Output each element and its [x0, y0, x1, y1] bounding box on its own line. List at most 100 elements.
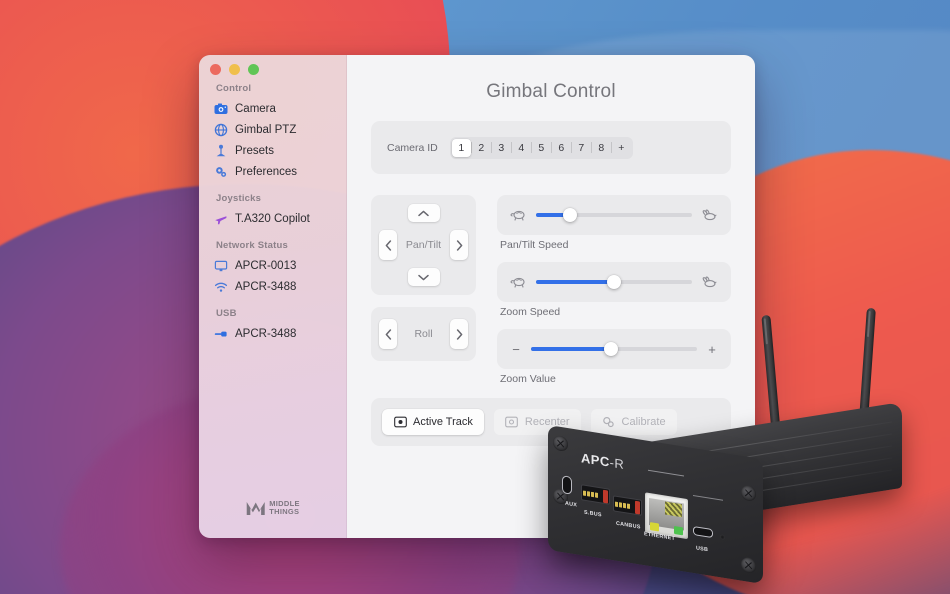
- page-title: Gimbal Control: [486, 81, 616, 102]
- camera-id-option-1[interactable]: 1: [451, 138, 471, 157]
- pantilt-speed-unit: Pan/Tilt Speed: [497, 195, 731, 251]
- desktop-wallpaper: Control Camera Gimbal PTZ Presets Prefer…: [0, 0, 950, 594]
- sidebar-section-joysticks: Joysticks: [216, 193, 262, 204]
- sidebar-item-gimbal-ptz[interactable]: Gimbal PTZ: [199, 119, 346, 140]
- middle-things-logo: MIDDLE THINGS: [245, 499, 300, 516]
- action-label: Recenter: [524, 416, 570, 428]
- sidebar-section-control: Control: [216, 83, 252, 94]
- sidebar-section-usb: USB: [216, 308, 237, 319]
- sidebar-item-presets[interactable]: Presets: [199, 140, 346, 161]
- joystick-icon: [214, 144, 228, 158]
- camera-id-label: Camera ID: [387, 141, 438, 154]
- camera-id-option-8[interactable]: 8: [592, 139, 611, 157]
- sidebar-item-label: Preferences: [235, 165, 298, 178]
- sidebar-item-label: Presets: [235, 144, 274, 157]
- camera-id-card: Camera ID 1 2 3 4 5 6 7 8 +: [371, 121, 731, 174]
- roll-right-button[interactable]: [450, 319, 468, 349]
- camera-id-option-5[interactable]: 5: [532, 139, 551, 157]
- zoom-value-unit: − + Zoom Value: [497, 329, 731, 385]
- slider-knob[interactable]: [603, 342, 618, 356]
- close-button[interactable]: [210, 64, 221, 75]
- pantilt-right-button[interactable]: [450, 230, 468, 260]
- camera-icon: [214, 102, 228, 116]
- recenter-icon: [505, 416, 519, 429]
- pantilt-label: Pan/Tilt: [405, 239, 442, 251]
- sidebar-item-camera[interactable]: Camera: [199, 98, 346, 119]
- usb-cable-icon: [214, 327, 228, 341]
- action-label: Calibrate: [621, 416, 666, 428]
- active-track-button[interactable]: Active Track: [382, 409, 484, 435]
- minimize-button[interactable]: [229, 64, 240, 75]
- chevron-left-icon: [385, 328, 391, 340]
- camera-id-segmented-control[interactable]: 1 2 3 4 5 6 7 8 +: [449, 136, 633, 159]
- plus-icon[interactable]: +: [706, 342, 718, 357]
- sidebar-group-network-status: Network Status APCR-0013 APCR-3488: [199, 240, 346, 297]
- usb-port-label: USB: [696, 545, 709, 554]
- minus-icon[interactable]: −: [510, 342, 522, 357]
- wifi-icon: [214, 280, 228, 294]
- display-icon: [214, 259, 228, 273]
- roll-label: Roll: [414, 328, 433, 340]
- hare-icon: [701, 275, 718, 289]
- zoom-speed-caption: Zoom Speed: [500, 306, 561, 318]
- sidebar-group-joysticks: Joysticks T.A320 Copilot: [199, 193, 346, 229]
- camera-id-option-4[interactable]: 4: [512, 139, 531, 157]
- logo-wordmark: MIDDLE THINGS: [269, 500, 300, 515]
- zoom-button[interactable]: [248, 64, 259, 75]
- slider-knob[interactable]: [563, 208, 578, 222]
- sidebar-item-label: Camera: [235, 102, 276, 115]
- pantilt-up-button[interactable]: [407, 204, 440, 222]
- chevron-up-icon: [418, 210, 429, 216]
- recenter-button[interactable]: Recenter: [493, 409, 581, 435]
- logo-line-2: THINGS: [269, 506, 300, 516]
- sidebar-item-label: Gimbal PTZ: [235, 123, 297, 136]
- sidebar-item-preferences[interactable]: Preferences: [199, 161, 346, 182]
- logo-mark-icon: [246, 502, 265, 515]
- pantilt-speed-caption: Pan/Tilt Speed: [500, 239, 569, 251]
- pantilt-down-button[interactable]: [407, 268, 440, 286]
- roll-left-button[interactable]: [379, 319, 397, 349]
- actions-card: Active Track Recenter Calibrate: [371, 398, 731, 446]
- calibrate-button[interactable]: Calibrate: [590, 409, 677, 435]
- gears-icon: [214, 165, 228, 179]
- sidebar-item-ta320-copilot[interactable]: T.A320 Copilot: [199, 208, 346, 229]
- gears-icon: [602, 416, 616, 429]
- chevron-right-icon: [456, 328, 462, 340]
- sidebar-item-apcr-3488-usb[interactable]: APCR-3488: [199, 323, 346, 344]
- slider-fill: [531, 347, 611, 351]
- main-content: Gimbal Control Camera ID 1 2 3 4 5 6 7 8…: [347, 55, 755, 538]
- zoom-value-card: − +: [497, 329, 731, 369]
- zoom-value-slider[interactable]: [531, 342, 697, 356]
- sidebar-section-network-status: Network Status: [216, 240, 288, 251]
- camera-id-option-7[interactable]: 7: [572, 139, 591, 157]
- antenna-right: [857, 307, 876, 449]
- sidebar-item-apcr-0013[interactable]: APCR-0013: [199, 255, 346, 276]
- hare-icon: [701, 208, 718, 222]
- tortoise-icon: [510, 275, 527, 289]
- camera-id-option-2[interactable]: 2: [472, 139, 491, 157]
- camera-id-option-3[interactable]: 3: [492, 139, 511, 157]
- airplane-icon: [214, 212, 228, 226]
- direction-controls-column: Pan/Tilt Roll: [371, 195, 476, 385]
- chevron-right-icon: [456, 239, 462, 251]
- sidebar-group-control: Control Camera Gimbal PTZ Presets Prefer…: [199, 83, 346, 182]
- camera-id-option-6[interactable]: 6: [552, 139, 571, 157]
- screw-icon: [741, 556, 756, 574]
- roll-control-card: Roll: [371, 307, 476, 361]
- zoom-speed-unit: Zoom Speed: [497, 262, 731, 318]
- action-label: Active Track: [413, 416, 473, 428]
- zoom-speed-card: [497, 262, 731, 302]
- slider-knob[interactable]: [607, 275, 621, 289]
- sidebar-item-apcr-3488-wifi[interactable]: APCR-3488: [199, 276, 346, 297]
- viewfinder-icon: [393, 416, 407, 429]
- camera-id-add-button[interactable]: +: [612, 139, 631, 157]
- chevron-down-icon: [418, 274, 429, 280]
- pantilt-left-button[interactable]: [379, 230, 397, 260]
- sliders-column: Pan/Tilt Speed Zoom Speed − + Zoom Value: [497, 195, 731, 385]
- tortoise-icon: [510, 208, 527, 222]
- pantilt-speed-card: [497, 195, 731, 235]
- sidebar: Control Camera Gimbal PTZ Presets Prefer…: [199, 55, 347, 538]
- zoom-speed-slider[interactable]: [536, 275, 692, 289]
- pantilt-speed-slider[interactable]: [536, 208, 692, 222]
- sidebar-item-label: APCR-3488: [235, 327, 297, 340]
